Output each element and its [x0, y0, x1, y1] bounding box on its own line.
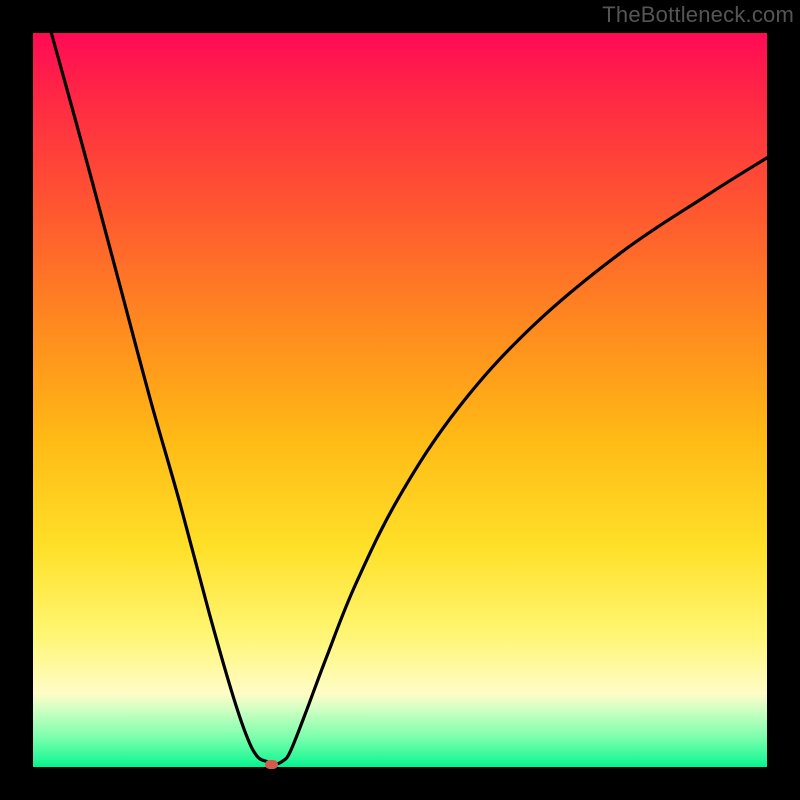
min-marker	[265, 760, 278, 769]
watermark-text: TheBottleneck.com	[602, 2, 794, 28]
curve-svg	[33, 33, 767, 767]
bottleneck-curve	[51, 33, 767, 764]
chart-frame: TheBottleneck.com	[0, 0, 800, 800]
plot-area	[33, 33, 767, 767]
